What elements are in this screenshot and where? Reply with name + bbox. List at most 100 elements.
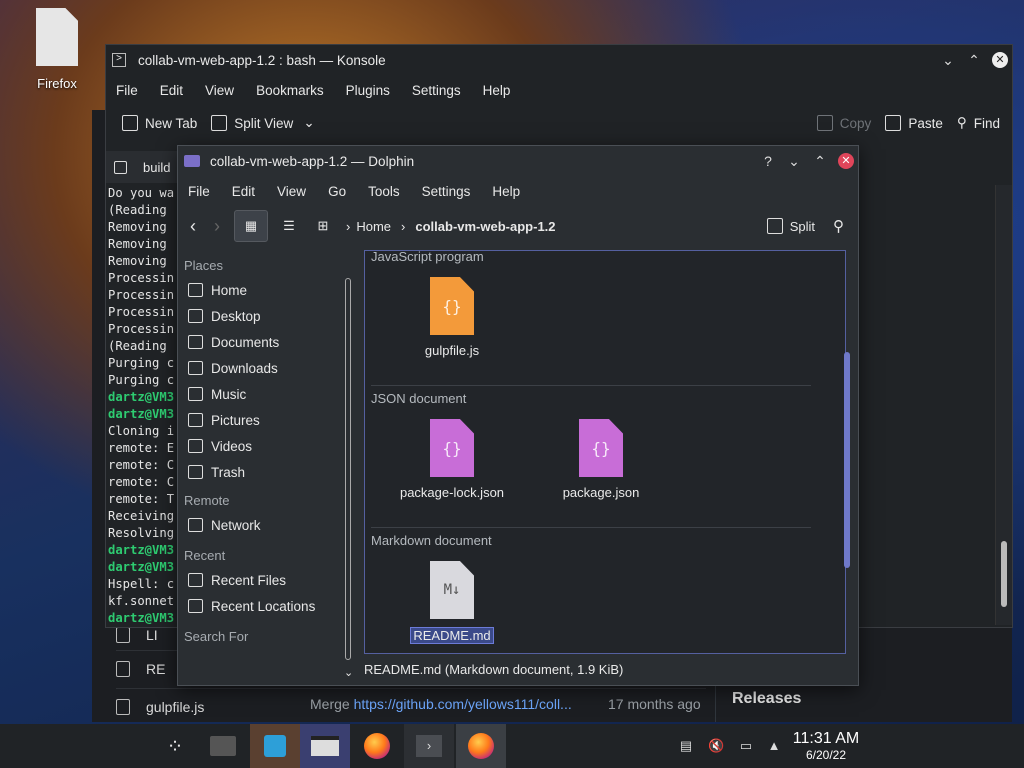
commit-link[interactable]: https://github.com/yellows111/coll... bbox=[354, 696, 572, 712]
menu-bookmarks[interactable]: Bookmarks bbox=[256, 83, 324, 98]
place-item[interactable]: Desktop bbox=[178, 303, 338, 329]
new-tab-button[interactable]: New Tab bbox=[122, 115, 197, 131]
menu-edit[interactable]: Edit bbox=[160, 83, 183, 98]
volume-muted-icon[interactable]: 🔇 bbox=[708, 738, 724, 754]
place-item[interactable]: Downloads bbox=[178, 355, 338, 381]
menu-file[interactable]: File bbox=[188, 184, 210, 199]
group-divider bbox=[371, 527, 811, 528]
place-item[interactable]: Pictures bbox=[178, 407, 338, 433]
terminal-line: Removing bbox=[108, 254, 175, 268]
menu-help[interactable]: Help bbox=[492, 184, 520, 199]
minimize-button[interactable]: ⌄ bbox=[940, 52, 956, 68]
place-item[interactable]: Music bbox=[178, 381, 338, 407]
repo-file-name[interactable]: LI bbox=[146, 627, 158, 643]
find-button[interactable]: ⚲ Find bbox=[957, 115, 1000, 131]
file-icon bbox=[116, 699, 130, 715]
app-launcher-button[interactable]: ⁘ bbox=[150, 724, 200, 768]
file-item[interactable]: {} gulpfile.js bbox=[387, 277, 517, 358]
repo-file-name[interactable]: RE bbox=[146, 661, 165, 677]
task-manager-button[interactable] bbox=[198, 724, 248, 768]
menu-help[interactable]: Help bbox=[483, 83, 511, 98]
scrollbar-thumb[interactable] bbox=[844, 352, 850, 568]
markdown-file-icon: M↓ bbox=[430, 561, 474, 619]
releases-heading[interactable]: Releases bbox=[732, 690, 801, 708]
close-button[interactable]: ✕ bbox=[992, 52, 1008, 68]
breadcrumb-home[interactable]: Home bbox=[356, 219, 391, 234]
place-item[interactable]: Recent Files bbox=[178, 567, 338, 593]
firefox-task-button[interactable] bbox=[352, 724, 402, 768]
menu-view[interactable]: View bbox=[205, 83, 234, 98]
downloads-icon bbox=[188, 361, 203, 375]
dolphin-task-button[interactable] bbox=[300, 724, 350, 768]
commit-age: 17 months ago bbox=[608, 696, 701, 712]
minimize-button[interactable]: ⌄ bbox=[786, 153, 802, 169]
breadcrumb-current[interactable]: collab-vm-web-app-1.2 bbox=[415, 219, 555, 234]
paste-icon bbox=[885, 115, 902, 131]
settings-icon bbox=[210, 736, 236, 756]
compact-view-button[interactable]: ☰ bbox=[274, 218, 304, 234]
terminal-output[interactable]: Do you wa (Reading Removing Removing Remo… bbox=[108, 185, 174, 627]
dolphin-titlebar[interactable]: collab-vm-web-app-1.2 — Dolphin ? ⌄ ⌃ ✕ bbox=[178, 146, 858, 176]
terminal-icon: › bbox=[416, 735, 442, 757]
help-button[interactable]: ? bbox=[760, 153, 776, 169]
view-scrollbar[interactable] bbox=[842, 254, 852, 652]
launcher-icon: ⁘ bbox=[166, 735, 184, 758]
menu-settings[interactable]: Settings bbox=[422, 184, 471, 199]
scrollbar-thumb[interactable] bbox=[1001, 541, 1007, 607]
place-item[interactable]: Home bbox=[178, 277, 338, 303]
close-button[interactable]: ✕ bbox=[838, 153, 854, 169]
place-item[interactable]: Trash bbox=[178, 459, 338, 485]
place-item[interactable]: Network bbox=[178, 512, 338, 538]
dolphin-menubar: File Edit View Go Tools Settings Help bbox=[178, 176, 858, 206]
split-button[interactable]: Split bbox=[766, 218, 815, 234]
place-item[interactable]: Recent Locations bbox=[178, 593, 338, 619]
menu-view[interactable]: View bbox=[277, 184, 306, 199]
discover-button[interactable] bbox=[250, 724, 300, 768]
group-divider bbox=[371, 385, 811, 386]
forward-icon[interactable]: › bbox=[214, 216, 220, 237]
chevron-down-icon[interactable]: ⌄ bbox=[344, 666, 353, 679]
clipboard-icon[interactable]: ▤ bbox=[678, 738, 694, 754]
place-label: Music bbox=[211, 386, 247, 402]
terminal-scrollbar[interactable] bbox=[995, 185, 1012, 625]
clock[interactable]: 11:31 AM 6/20/22 bbox=[780, 730, 872, 762]
copy-button[interactable]: Copy bbox=[816, 115, 871, 131]
menu-settings[interactable]: Settings bbox=[412, 83, 461, 98]
terminal-line: kf.sonnet bbox=[108, 594, 175, 608]
json-file-icon: {} bbox=[430, 419, 474, 477]
details-view-button[interactable]: ⊞ bbox=[308, 218, 338, 234]
firefox-task-button-2[interactable] bbox=[456, 724, 506, 768]
menu-plugins[interactable]: Plugins bbox=[346, 83, 390, 98]
back-icon[interactable]: ‹ bbox=[190, 216, 196, 237]
menu-edit[interactable]: Edit bbox=[232, 184, 255, 199]
menu-tools[interactable]: Tools bbox=[368, 184, 400, 199]
repo-file-name[interactable]: gulpfile.js bbox=[146, 699, 204, 715]
file-item-selected[interactable]: M↓ README.md bbox=[387, 561, 517, 644]
konsole-titlebar[interactable]: > collab-vm-web-app-1.2 : bash — Konsole… bbox=[106, 45, 1012, 75]
place-item[interactable]: Documents bbox=[178, 329, 338, 355]
file-view[interactable]: JavaScript program {} gulpfile.js JSON d… bbox=[364, 250, 846, 654]
terminal-line: Resolving bbox=[108, 526, 175, 540]
scrollbar-thumb[interactable] bbox=[345, 278, 351, 660]
terminal-line: dartz@VM3 bbox=[108, 611, 175, 625]
icons-view-button[interactable]: ▦ bbox=[234, 210, 268, 242]
network-icon[interactable]: ▭ bbox=[738, 738, 754, 754]
places-scrollbar[interactable] bbox=[344, 250, 352, 670]
desktop-icon-firefox[interactable]: Firefox bbox=[28, 8, 86, 91]
place-label: Videos bbox=[211, 438, 253, 454]
maximize-button[interactable]: ⌃ bbox=[966, 52, 982, 68]
menu-go[interactable]: Go bbox=[328, 184, 346, 199]
maximize-button[interactable]: ⌃ bbox=[812, 153, 828, 169]
file-item[interactable]: {} package.json bbox=[536, 419, 666, 500]
file-icon bbox=[116, 661, 130, 677]
terminal-line: Processin bbox=[108, 305, 175, 319]
store-icon bbox=[264, 735, 286, 757]
konsole-task-button[interactable]: › bbox=[404, 724, 454, 768]
paste-button[interactable]: Paste bbox=[885, 115, 943, 131]
place-item[interactable]: Videos bbox=[178, 433, 338, 459]
search-icon[interactable]: ⚲ bbox=[833, 217, 844, 235]
menu-file[interactable]: File bbox=[116, 83, 138, 98]
split-view-button[interactable]: Split View ⌄ bbox=[211, 115, 315, 131]
place-label: Recent Locations bbox=[211, 598, 316, 614]
file-item[interactable]: {} package-lock.json bbox=[387, 419, 517, 500]
